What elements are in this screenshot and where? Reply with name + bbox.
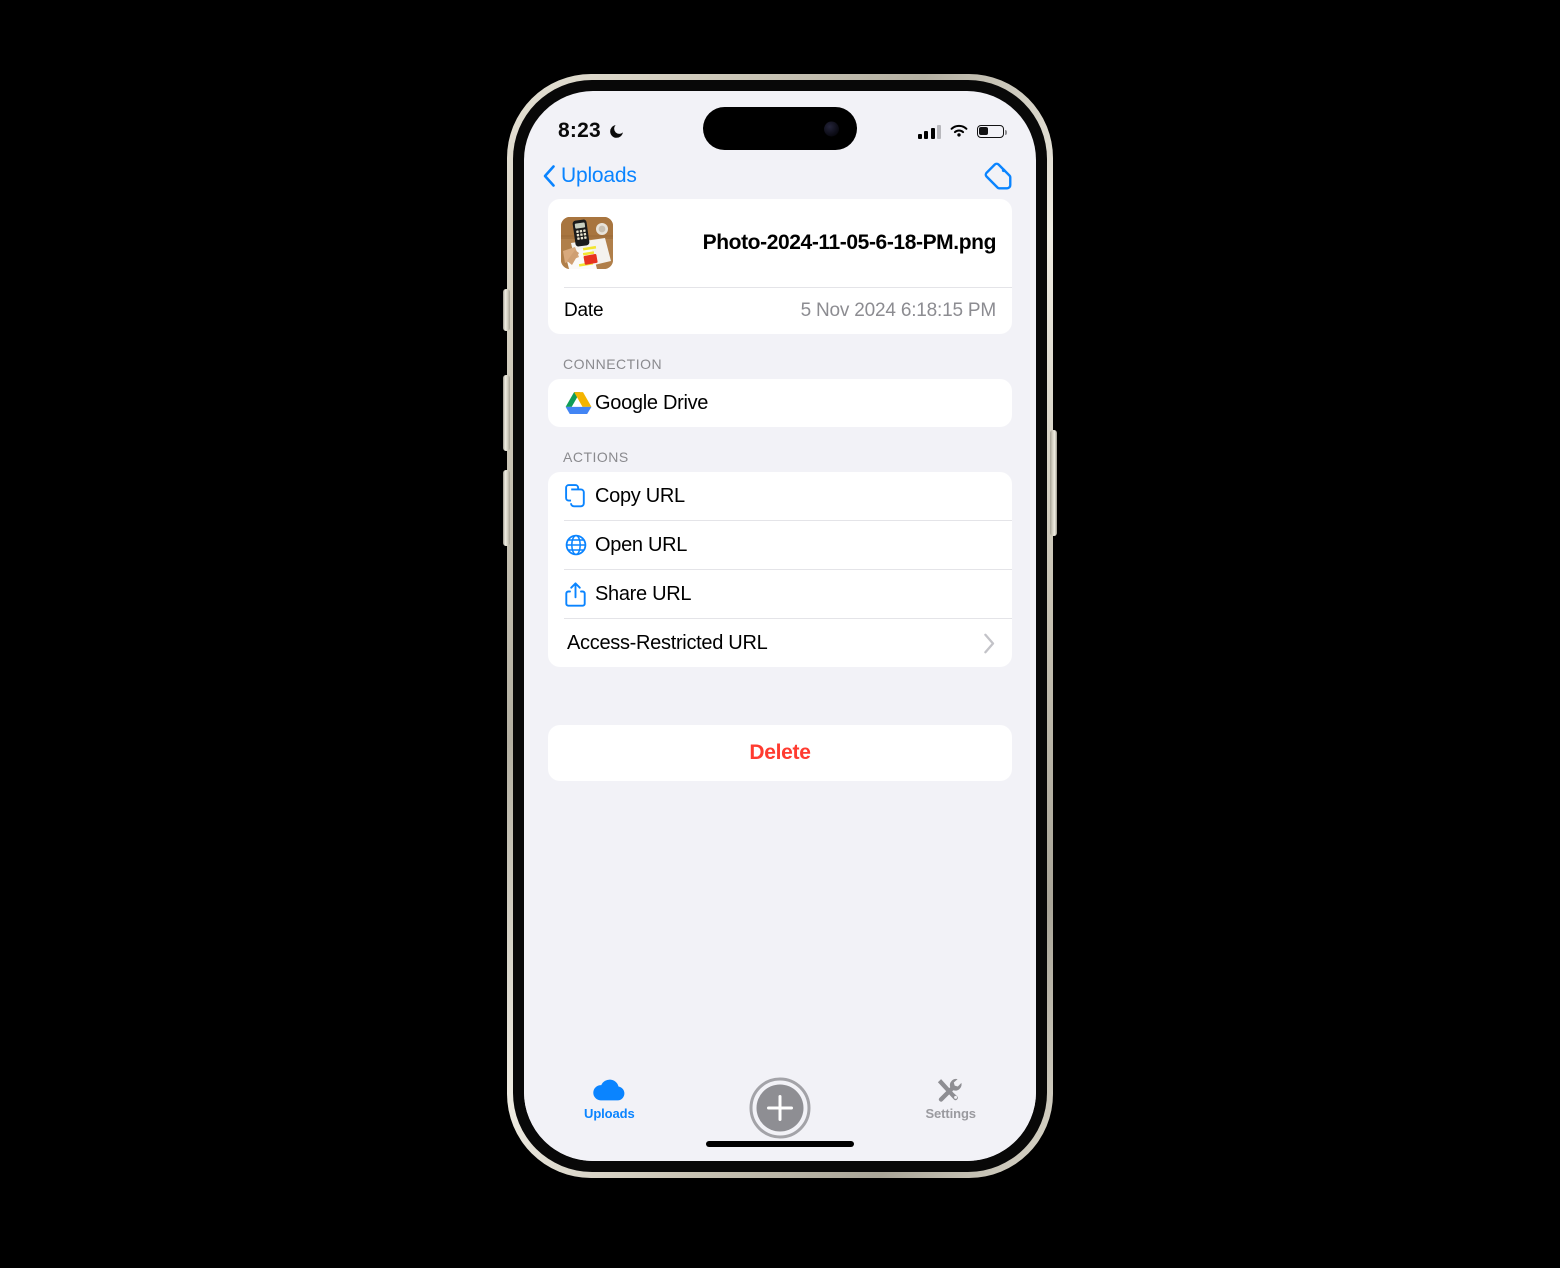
connection-section-header: CONNECTION	[563, 356, 663, 372]
phone-screen: 8:23 Uploads Photo-2024-11-05-6-18-PM.pn…	[524, 91, 1036, 1161]
status-bar: 8:23	[524, 91, 1036, 153]
open-url-row[interactable]: Open URL	[548, 521, 1012, 569]
file-date-label: Date	[564, 300, 604, 321]
action-button[interactable]	[503, 289, 510, 331]
dynamic-island	[703, 107, 857, 150]
share-url-row[interactable]: Share URL	[548, 570, 1012, 618]
access-restricted-url-row[interactable]: Access-Restricted URL	[548, 619, 1012, 667]
tab-settings[interactable]: Settings	[865, 1077, 1036, 1121]
copy-doc-icon	[565, 484, 595, 508]
status-indicators	[917, 124, 1007, 139]
file-name: Photo-2024-11-05-6-18-PM.png	[702, 231, 997, 255]
detail-scroll-view[interactable]: Photo-2024-11-05-6-18-PM.png Date 5 Nov …	[524, 199, 1036, 1069]
tab-settings-label: Settings	[925, 1106, 976, 1121]
plus-circle-icon	[749, 1077, 811, 1139]
delete-button[interactable]: Delete	[548, 725, 1012, 781]
front-camera-icon	[824, 121, 839, 136]
status-time-group: 8:23	[558, 119, 625, 143]
back-button[interactable]: Uploads	[542, 164, 637, 188]
copy-url-label: Copy URL	[595, 484, 685, 507]
google-drive-icon	[565, 391, 595, 415]
tag-icon[interactable]	[982, 160, 1014, 192]
tab-bar: Uploads Settings	[524, 1069, 1036, 1161]
navigation-bar: Uploads	[524, 153, 1036, 199]
chevron-right-icon	[984, 633, 995, 653]
file-thumbnail[interactable]	[561, 217, 613, 269]
screenshot-canvas: 8:23 Uploads Photo-2024-11-05-6-18-PM.pn…	[0, 0, 1560, 1268]
connection-card: Google Drive	[548, 379, 1012, 427]
home-indicator[interactable]	[706, 1141, 854, 1147]
battery-icon	[977, 124, 1007, 138]
connection-name: Google Drive	[595, 391, 709, 414]
volume-down-button[interactable]	[503, 470, 510, 546]
actions-section-header: ACTIONS	[563, 449, 629, 465]
chevron-left-icon	[543, 165, 555, 187]
actions-card: Copy URL Open URL Share URL Access-Restr…	[548, 472, 1012, 667]
share-url-label: Share URL	[595, 582, 692, 605]
globe-icon	[565, 534, 595, 556]
power-button[interactable]	[1050, 430, 1057, 536]
file-info-card: Photo-2024-11-05-6-18-PM.png Date 5 Nov …	[548, 199, 1012, 334]
delete-button-label: Delete	[749, 741, 811, 764]
open-url-label: Open URL	[595, 533, 688, 556]
file-header-row[interactable]: Photo-2024-11-05-6-18-PM.png	[548, 199, 1012, 287]
back-button-label: Uploads	[561, 164, 637, 187]
moon-icon	[610, 124, 623, 138]
cellular-signal-icon	[917, 124, 941, 139]
tab-uploads[interactable]: Uploads	[524, 1077, 695, 1121]
access-restricted-url-label: Access-Restricted URL	[567, 631, 768, 654]
status-time: 8:23	[558, 119, 601, 142]
wifi-icon	[950, 124, 968, 137]
connection-row[interactable]: Google Drive	[548, 379, 1012, 427]
cloud-icon	[593, 1079, 625, 1101]
file-date-row: Date 5 Nov 2024 6:18:15 PM	[548, 288, 1012, 334]
share-icon	[565, 581, 595, 607]
file-date-value: 5 Nov 2024 6:18:15 PM	[800, 300, 997, 321]
tab-add-button[interactable]	[695, 1077, 866, 1139]
copy-url-row[interactable]: Copy URL	[548, 472, 1012, 520]
tab-uploads-label: Uploads	[584, 1106, 635, 1121]
volume-up-button[interactable]	[503, 375, 510, 451]
tools-icon	[937, 1078, 962, 1102]
calculator-and-documents-photo	[561, 217, 613, 269]
